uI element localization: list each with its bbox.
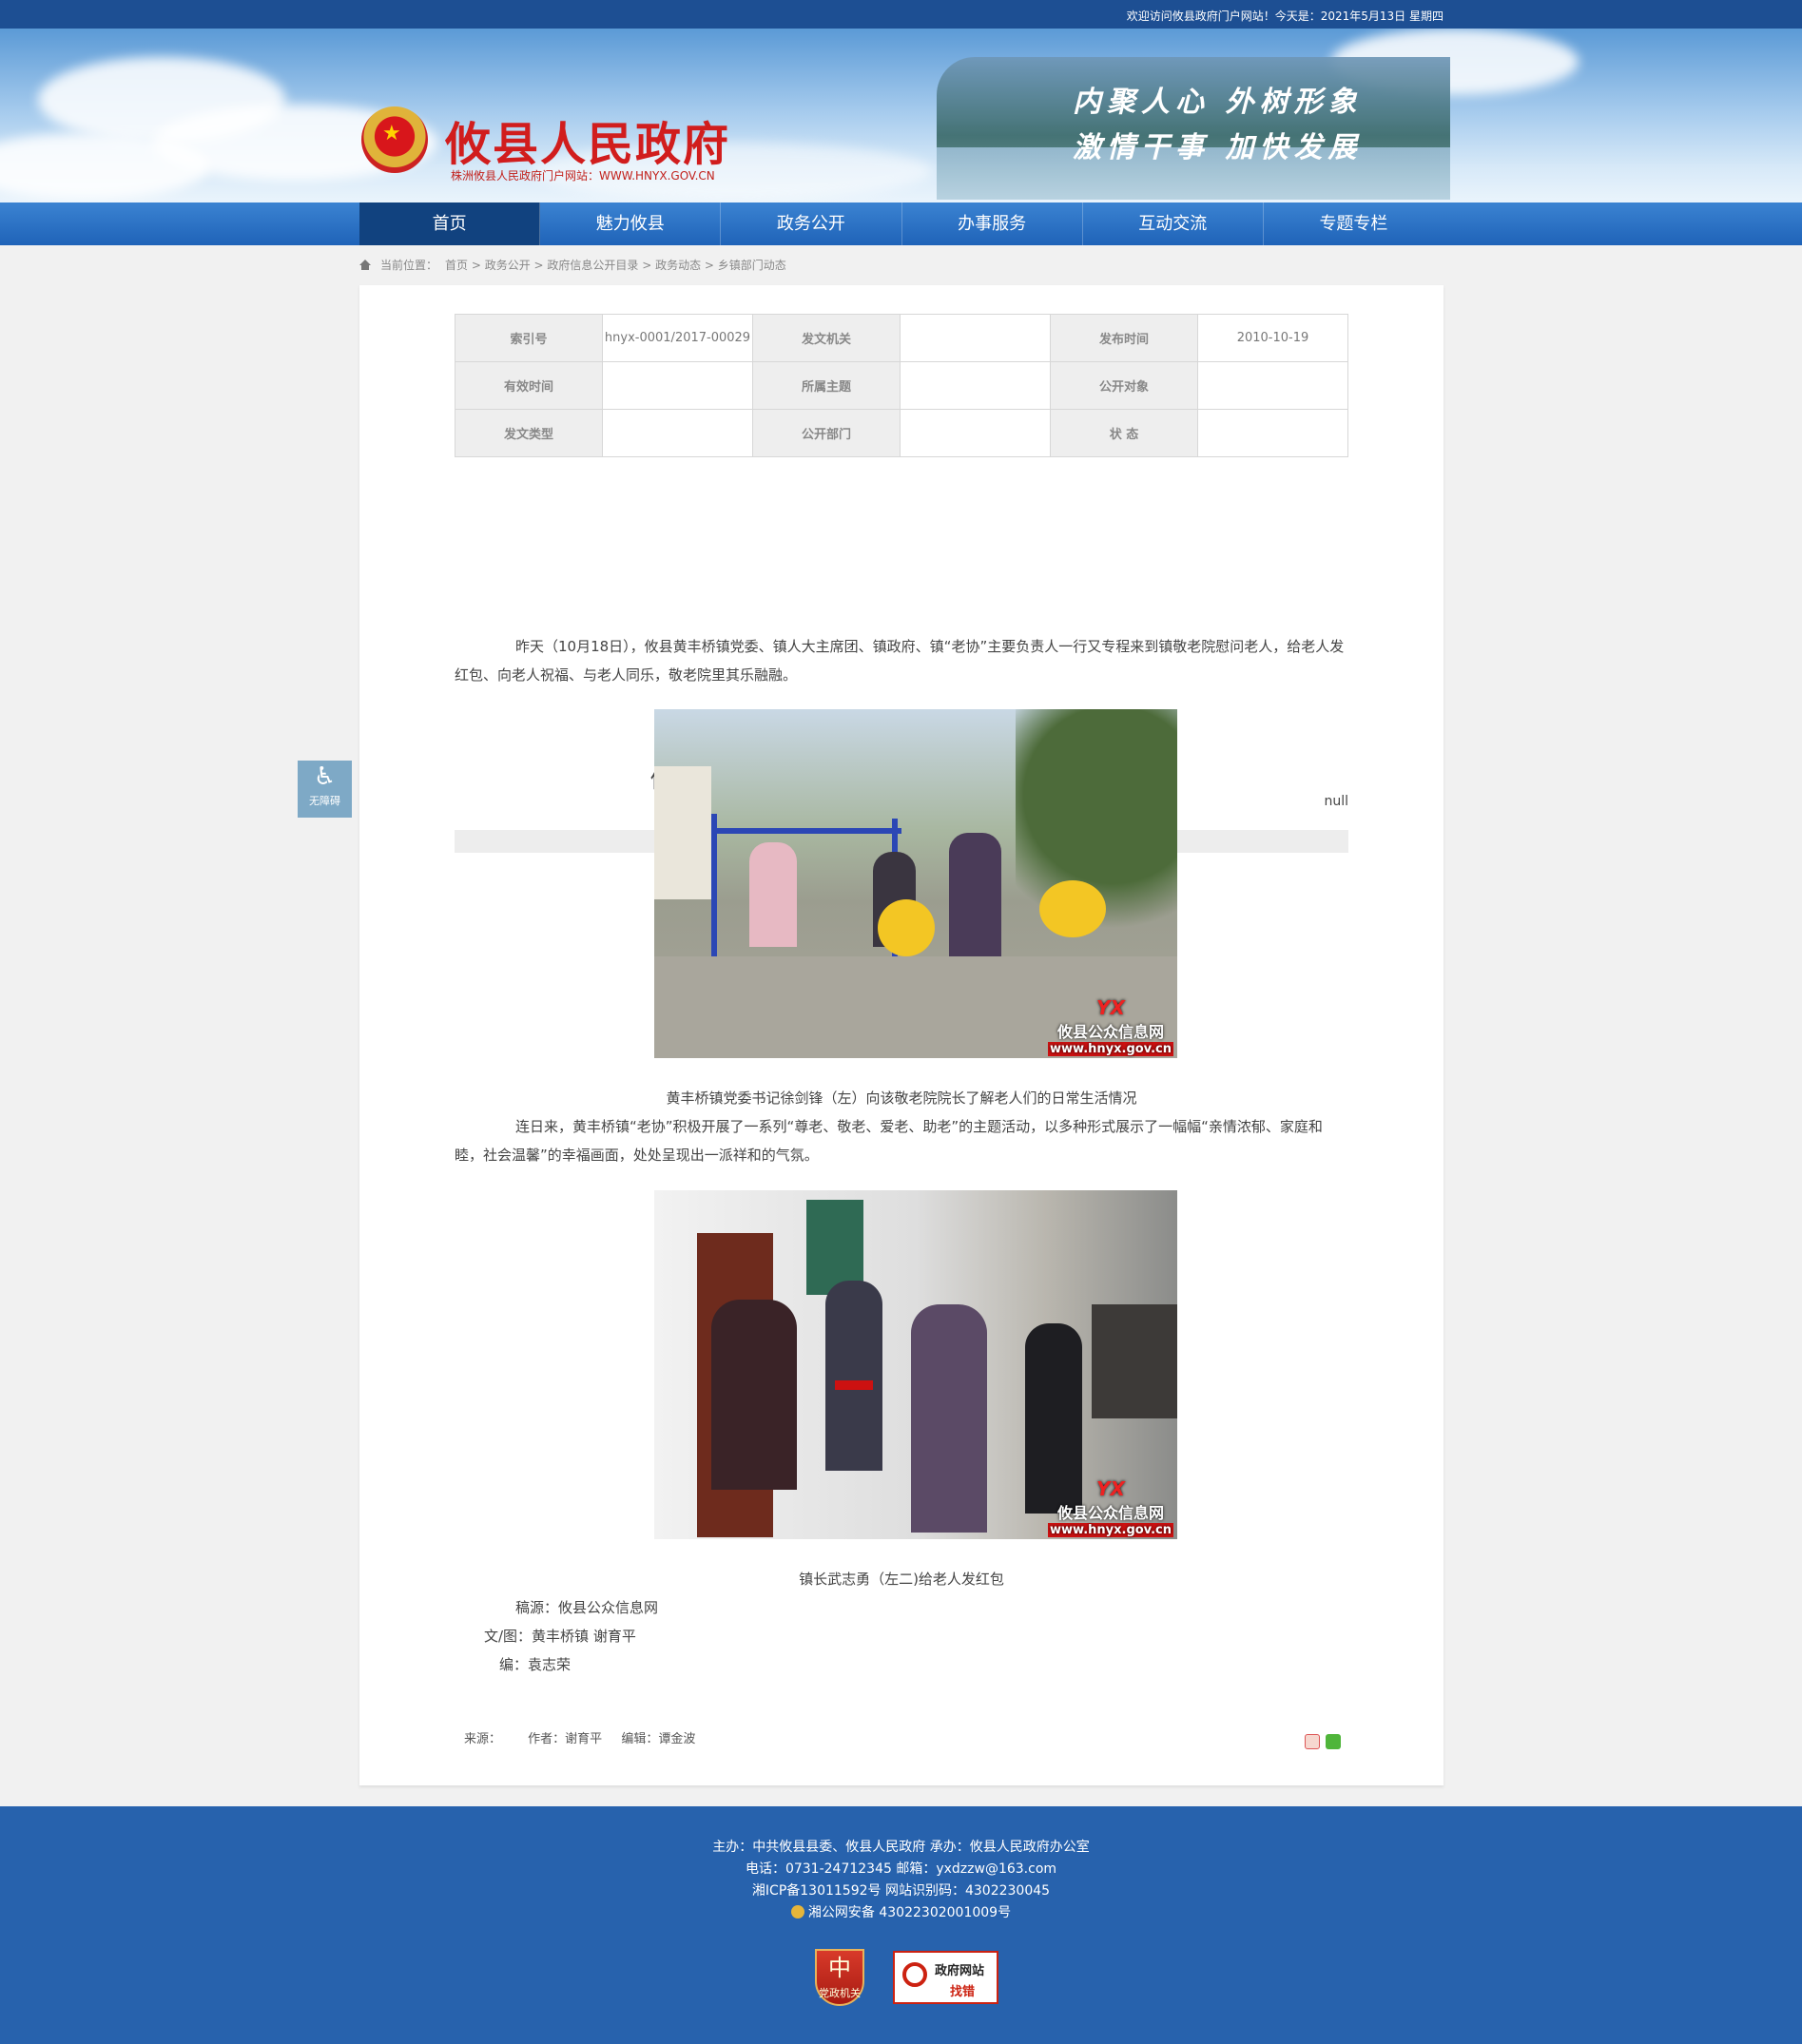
- article-photo-2: YX 攸县公众信息网 www.hnyx.gov.cn: [654, 1190, 1177, 1539]
- meta-value: [900, 314, 1051, 362]
- nav-item-home[interactable]: 首页: [359, 202, 541, 245]
- photo-watermark: YX 攸县公众信息网 www.hnyx.gov.cn: [1048, 996, 1173, 1056]
- nav-item-charm[interactable]: 魅力攸县: [540, 202, 722, 245]
- meta-value: [900, 361, 1051, 410]
- nav-item-gov-affairs[interactable]: 政务公开: [721, 202, 902, 245]
- table-row: 索引号 hnyx-0001/2017-00029 发文机关 发布时间 2010-…: [455, 314, 1348, 362]
- author-label: 作者：谢育平: [528, 1732, 603, 1746]
- site-subtitle: 株洲攸县人民政府门户网站：WWW.HNYX.GOV.CN: [451, 169, 715, 183]
- table-row: 发文类型 公开部门 状 态: [455, 409, 1348, 457]
- police-badge-icon: [790, 1905, 804, 1919]
- nav-item-services[interactable]: 办事服务: [902, 202, 1083, 245]
- meta-value: [1197, 361, 1348, 410]
- nav-item-topics[interactable]: 专题专栏: [1264, 202, 1444, 245]
- table-row: 有效时间 所属主题 公开对象: [455, 361, 1348, 410]
- site-title[interactable]: 攸县人民政府: [445, 106, 730, 173]
- footer-police-record[interactable]: 湘公网安备 43022302001009号: [0, 1902, 1802, 1921]
- accessibility-button[interactable]: ♿ 无障碍: [298, 761, 352, 818]
- national-emblem-icon: [361, 106, 428, 173]
- nav-item-interaction[interactable]: 互动交流: [1083, 202, 1264, 245]
- main-nav: 首页 魅力攸县 政务公开 办事服务 互动交流 专题专栏: [0, 202, 1802, 245]
- welcome-text: 欢迎访问攸县政府门户网站！今天是：2021年5月13日 星期四: [1126, 10, 1444, 23]
- accessibility-label: 无障碍: [309, 795, 340, 807]
- slogan-line-1: 内聚人心 外树形象: [1073, 86, 1363, 119]
- wechat-share-icon[interactable]: [1326, 1734, 1341, 1749]
- article-editor: 编：袁志荣: [499, 1656, 572, 1673]
- footer-organizer: 主办：中共攸县县委、攸县人民政府 承办：攸县人民政府办公室: [712, 1840, 1090, 1855]
- article-photo-by: 文/图：黄丰桥镇 谢育平: [484, 1628, 636, 1645]
- breadcrumb-prefix: 当前位置：: [380, 259, 438, 272]
- document-meta-table: 索引号 hnyx-0001/2017-00029 发文机关 发布时间 2010-…: [455, 314, 1348, 457]
- meta-key: 索引号: [455, 314, 603, 362]
- article-source: 稿源：攸县公众信息网: [515, 1599, 659, 1616]
- meta-value: 2010-10-19: [1197, 314, 1348, 362]
- meta-value: [900, 409, 1051, 457]
- party-gov-badge-icon[interactable]: 中 党政机关: [815, 1949, 864, 2006]
- breadcrumb: 当前位置： 首页 > 政务公开 > 政府信息公开目录 > 政务动态 > 乡镇部门…: [359, 257, 786, 273]
- null-text: null: [1324, 794, 1348, 809]
- meta-key: 发文机关: [752, 314, 901, 362]
- header-banner: 攸县人民政府 株洲攸县人民政府门户网站：WWW.HNYX.GOV.CN 内聚人心…: [0, 29, 1802, 202]
- article-paragraph-2: 连日来，黄丰桥镇“老协”积极开展了一系列“尊老、敬老、爱老、助老”的主题活动，以…: [455, 1118, 1323, 1164]
- footer-contact: 电话：0731-24712345 邮箱：yxdzzw@163.com: [745, 1861, 1057, 1877]
- photo-watermark: YX 攸县公众信息网 www.hnyx.gov.cn: [1048, 1477, 1173, 1537]
- footer-icp[interactable]: 湘ICP备13011592号 网站识别码：4302230045: [0, 1880, 1802, 1899]
- editor-label: 编辑：谭金波: [621, 1732, 696, 1746]
- slogan-line-2: 激情干事 加快发展: [1073, 131, 1363, 164]
- meta-key: 所属主题: [752, 361, 901, 410]
- meta-key: 发布时间: [1050, 314, 1198, 362]
- meta-key: 公开部门: [752, 409, 901, 457]
- home-icon: [359, 260, 371, 270]
- article-container: 索引号 hnyx-0001/2017-00029 发文机关 发布时间 2010-…: [359, 285, 1444, 1785]
- breadcrumb-path[interactable]: 首页 > 政务公开 > 政府信息公开目录 > 政务动态 > 乡镇部门动态: [445, 257, 786, 273]
- meta-key: 状 态: [1050, 409, 1198, 457]
- magnifier-icon: [902, 1962, 927, 1987]
- top-bar: 欢迎访问攸县政府门户网站！今天是：2021年5月13日 星期四: [0, 0, 1802, 29]
- meta-key: 发文类型: [455, 409, 603, 457]
- meta-value: hnyx-0001/2017-00029: [602, 314, 753, 362]
- source-label: 来源：: [464, 1732, 502, 1746]
- article-photo-1: YX 攸县公众信息网 www.hnyx.gov.cn: [654, 709, 1177, 1058]
- weibo-share-icon[interactable]: [1305, 1734, 1320, 1749]
- article-footer-meta: 来源： 作者：谢育平 编辑：谭金波: [464, 1728, 695, 1746]
- meta-key: 公开对象: [1050, 361, 1198, 410]
- article-paragraph-1: 昨天（10月18日），攸县黄丰桥镇党委、镇人大主席团、镇政府、镇“老协”主要负责…: [455, 638, 1345, 684]
- photo-caption-1: 黄丰桥镇党委书记徐剑锋（左）向该敬老院院长了解老人们的日常生活情况: [666, 1089, 1137, 1107]
- photo-caption-2: 镇长武志勇（左二)给老人发红包: [799, 1571, 1004, 1588]
- site-footer: 主办：中共攸县县委、攸县人民政府 承办：攸县人民政府办公室 电话：0731-24…: [0, 1806, 1802, 2044]
- meta-value: [1197, 409, 1348, 457]
- meta-value: [602, 361, 753, 410]
- wheelchair-icon: ♿: [313, 762, 337, 791]
- gov-site-error-report-badge[interactable]: 政府网站 找错: [893, 1951, 998, 2004]
- meta-key: 有效时间: [455, 361, 603, 410]
- meta-value: [602, 409, 753, 457]
